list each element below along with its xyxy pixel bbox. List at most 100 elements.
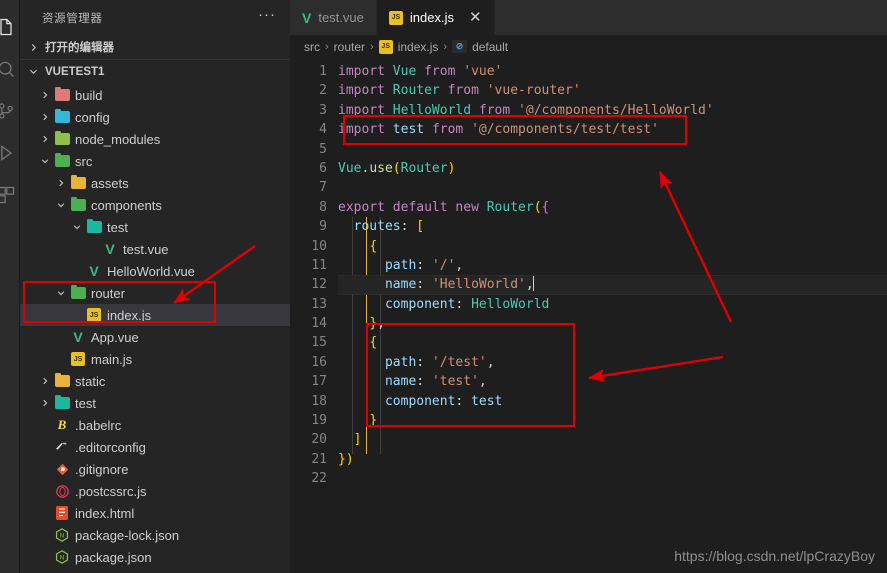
folder-icon xyxy=(52,394,72,409)
tree-item-label: test.vue xyxy=(123,241,169,257)
tree-item-label: index.html xyxy=(75,505,135,521)
tree-item-config[interactable]: config xyxy=(20,106,290,128)
tree-item-helloworld-vue[interactable]: V HelloWorld.vue xyxy=(20,260,290,282)
code-line[interactable]: }) xyxy=(338,450,887,469)
chevron-down-icon xyxy=(54,200,68,210)
tree-item-static[interactable]: static xyxy=(20,370,290,392)
code-line[interactable]: import Router from 'vue-router' xyxy=(338,81,887,100)
breadcrumb-item[interactable]: index.js xyxy=(398,40,439,54)
code-line[interactable]: import HelloWorld from '@/components/Hel… xyxy=(338,101,887,120)
editor-tab-index-js[interactable]: JS index.js ✕ xyxy=(376,0,495,35)
code-line[interactable]: }, xyxy=(338,314,887,333)
tree-item-label: assets xyxy=(91,175,129,191)
tree-item-build[interactable]: build xyxy=(20,84,290,106)
tree-item-assets[interactable]: assets xyxy=(20,172,290,194)
text-cursor xyxy=(532,276,534,292)
code-line[interactable] xyxy=(338,178,887,197)
code-line[interactable]: name: 'HelloWorld', xyxy=(338,275,887,295)
code-content[interactable]: import Vue from 'vue' import Router from … xyxy=(338,58,887,573)
explorer-title: 资源管理器 xyxy=(42,12,103,25)
code-line[interactable]: path: '/test', xyxy=(338,353,887,372)
explorer-sidebar: 资源管理器 ··· 打开的编辑器 VUETEST1 build config nod… xyxy=(20,0,290,573)
extensions-icon[interactable] xyxy=(0,174,19,216)
chevron-down-icon xyxy=(70,222,84,232)
tree-item-editorconfig[interactable]: .editorconfig xyxy=(20,436,290,458)
code-line[interactable]: Vue.use(Router) xyxy=(338,159,887,178)
vue-file-icon: V xyxy=(105,241,115,257)
tree-item-gitignore[interactable]: .gitignore xyxy=(20,458,290,480)
code-line[interactable]: routes: [ xyxy=(338,217,887,236)
more-actions-icon[interactable]: ··· xyxy=(258,7,276,26)
breadcrumb-separator-icon: › xyxy=(325,40,329,53)
line-number: 15 xyxy=(311,335,327,351)
line-number: 17 xyxy=(311,374,327,390)
tree-item-router[interactable]: router xyxy=(20,282,290,304)
js-file-icon: JS xyxy=(68,352,88,366)
tree-item-test-vue[interactable]: Vtest.vue xyxy=(20,238,290,260)
tree-item-postcssrc-js[interactable]: .postcssrc.js xyxy=(20,480,290,502)
tree-item-label: node_modules xyxy=(75,131,161,147)
code-line[interactable]: { xyxy=(338,333,887,352)
tree-item-app-vue[interactable]: V App.vue xyxy=(20,326,290,348)
tree-item-label: router xyxy=(91,285,125,301)
code-line[interactable]: export default new Router({ xyxy=(338,198,887,217)
tree-item-index-js[interactable]: JS index.js xyxy=(20,304,290,326)
tree-item-label: .gitignore xyxy=(75,461,129,477)
folder-icon xyxy=(52,152,72,167)
code-line[interactable]: import Vue from 'vue' xyxy=(338,62,887,81)
tree-item-label: src xyxy=(75,153,93,169)
tree-item-node-modules[interactable]: node_modules xyxy=(20,128,290,150)
breadcrumb-separator-icon: › xyxy=(443,40,448,53)
code-line[interactable]: } xyxy=(338,411,887,430)
chevron-right-icon xyxy=(38,112,52,122)
line-number: 14 xyxy=(311,316,327,332)
folder-icon xyxy=(84,218,104,233)
code-editor[interactable]: 1 2 3 4 5 6 7 8 9 10 11 12 13 14 15 16 17 18 19 20 21 22 impo… xyxy=(290,58,887,573)
line-number: 3 xyxy=(319,102,327,118)
source-control-icon[interactable] xyxy=(0,90,19,132)
search-icon[interactable] xyxy=(0,48,19,90)
code-line[interactable]: ] xyxy=(338,430,887,449)
chevron-right-icon xyxy=(38,90,52,100)
code-line[interactable]: name: 'test', xyxy=(338,372,887,391)
tree-item-label: .editorconfig xyxy=(75,439,146,455)
tree-item-package-lock-json[interactable]: Npackage-lock.json xyxy=(20,524,290,546)
line-number: 12 xyxy=(311,277,327,293)
js-file-icon: JS xyxy=(84,308,104,322)
tree-item-test[interactable]: test xyxy=(20,392,290,414)
tree-item-test[interactable]: test xyxy=(20,216,290,238)
project-root-section[interactable]: VUETEST1 xyxy=(20,59,290,83)
code-line[interactable]: import test from '@/components/test/test… xyxy=(338,120,887,139)
close-icon[interactable]: ✕ xyxy=(469,10,482,25)
tree-item-components[interactable]: components xyxy=(20,194,290,216)
open-editors-section[interactable]: 打开的编辑器 xyxy=(20,35,290,59)
vue-file-icon: V xyxy=(89,263,99,279)
code-line[interactable] xyxy=(338,140,887,159)
folder-icon xyxy=(68,196,88,211)
editor-tab-test-vue[interactable]: Vtest.vue xyxy=(290,0,377,35)
tree-item-label: App.vue xyxy=(91,329,139,345)
tree-item-package-json[interactable]: Npackage.json xyxy=(20,546,290,568)
explorer-icon[interactable] xyxy=(0,6,19,48)
code-line[interactable]: component: test xyxy=(338,392,887,411)
tree-item-main-js[interactable]: JS main.js xyxy=(20,348,290,370)
line-number: 21 xyxy=(311,451,327,467)
run-debug-icon[interactable] xyxy=(0,132,19,174)
chevron-right-icon xyxy=(38,134,52,144)
code-line[interactable]: { xyxy=(338,237,887,256)
tree-item-babelrc[interactable]: B .babelrc xyxy=(20,414,290,436)
line-number: 22 xyxy=(311,471,327,487)
breadcrumb-item[interactable]: default xyxy=(472,40,508,54)
breadcrumb-item[interactable]: router xyxy=(334,40,365,54)
line-number-gutter: 1 2 3 4 5 6 7 8 9 10 11 12 13 14 15 16 17 18 19 20 21 22 xyxy=(290,58,338,573)
folder-icon xyxy=(52,108,72,123)
tree-item-src[interactable]: src xyxy=(20,150,290,172)
tree-item-index-html[interactable]: index.html xyxy=(20,502,290,524)
code-line[interactable] xyxy=(338,469,887,488)
code-line[interactable]: component: HelloWorld xyxy=(338,295,887,314)
code-line[interactable]: path: '/', xyxy=(338,256,887,275)
breadcrumb-item[interactable]: src xyxy=(304,40,320,54)
tree-item-label: test xyxy=(75,395,96,411)
line-number: 4 xyxy=(319,122,327,138)
folder-icon xyxy=(52,130,72,145)
